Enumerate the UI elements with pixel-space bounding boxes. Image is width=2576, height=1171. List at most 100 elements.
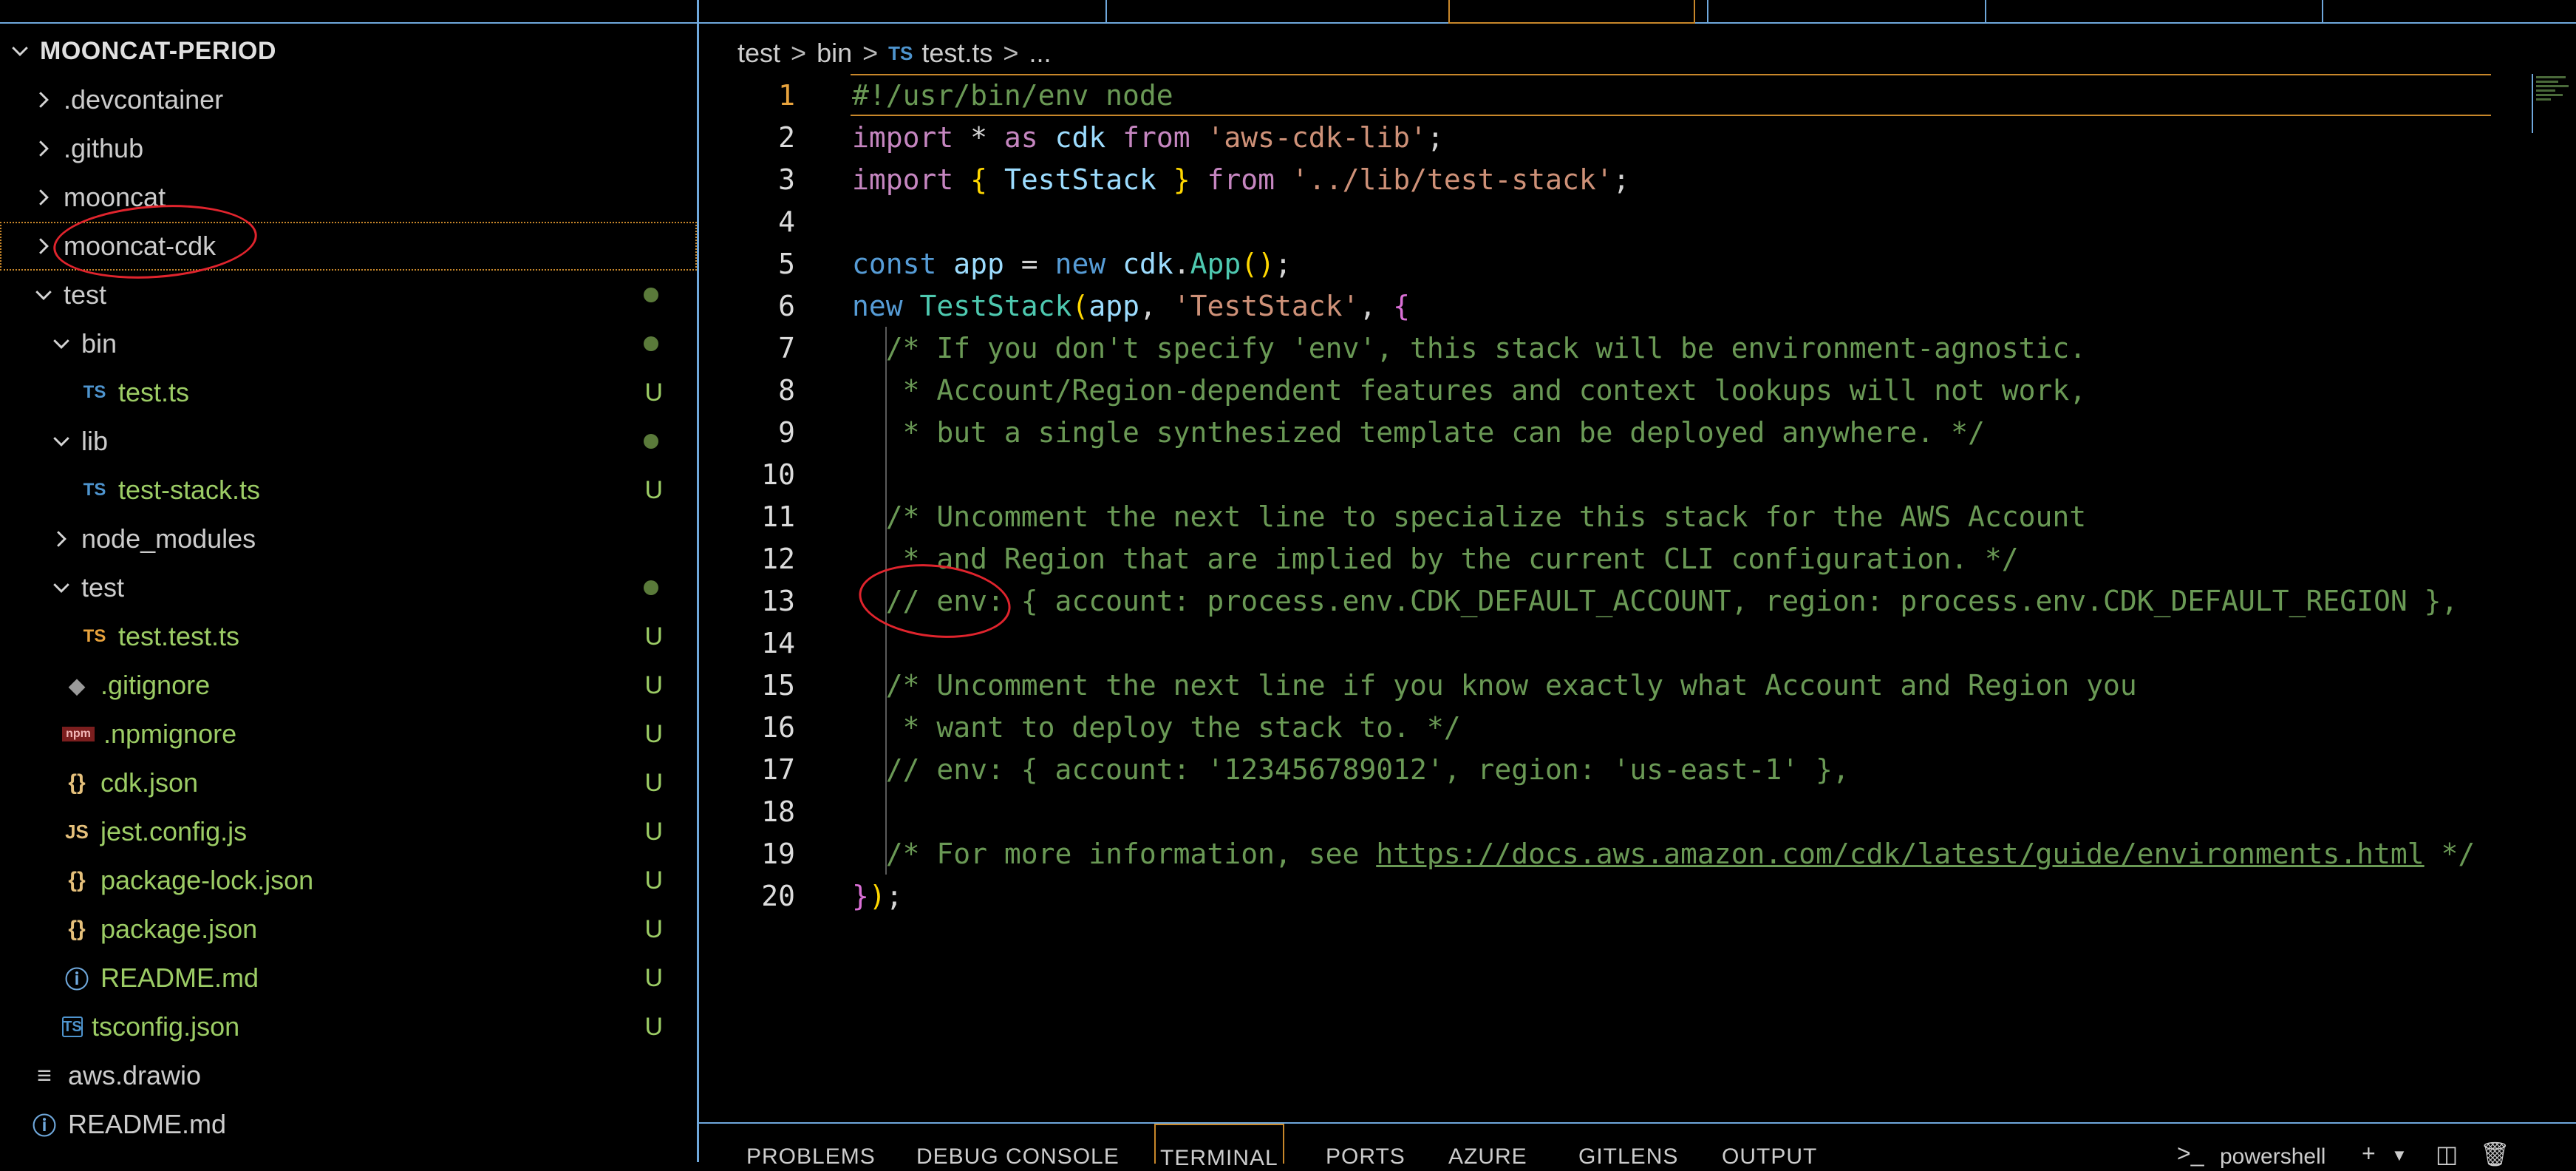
file-item[interactable]: TS test-stack.ts U bbox=[0, 466, 697, 515]
untracked-badge: U bbox=[644, 866, 663, 895]
tree-item-label: aws.drawio bbox=[68, 1060, 202, 1090]
tree-item-label: test bbox=[64, 279, 107, 310]
file-item[interactable]: ⓘ README.md U bbox=[0, 954, 697, 1002]
code-token: app bbox=[1088, 289, 1139, 322]
code-token: new bbox=[852, 289, 903, 322]
editor-tab[interactable] bbox=[1985, 0, 2282, 22]
code-token: import bbox=[852, 163, 954, 196]
add-terminal-icon[interactable]: + bbox=[2362, 1140, 2376, 1167]
bottom-panel: PROBLEMS DEBUG CONSOLE TERMINAL PORTS AZ… bbox=[699, 1122, 2576, 1170]
editor-tab[interactable] bbox=[2322, 0, 2560, 22]
file-item[interactable]: {} cdk.json U bbox=[0, 758, 697, 807]
file-item[interactable]: ◆ .gitignore U bbox=[0, 661, 697, 710]
code-token: app bbox=[953, 247, 1004, 280]
code-text: #!/usr/bin/env node bbox=[852, 79, 1173, 112]
file-item[interactable]: JS jest.config.js U bbox=[0, 807, 697, 856]
file-item[interactable]: TS test.test.ts U bbox=[0, 612, 697, 661]
code-text: * Account/Region-dependent features and … bbox=[852, 374, 2086, 407]
folder-item[interactable]: test bbox=[0, 271, 697, 319]
minimap[interactable] bbox=[2532, 74, 2576, 133]
terminal-name[interactable]: powershell bbox=[2220, 1144, 2325, 1170]
tab-terminal[interactable]: TERMINAL bbox=[1154, 1124, 1284, 1170]
code-line[interactable]: 11 /* Uncomment the next line to special… bbox=[699, 495, 2532, 537]
editor-tab[interactable] bbox=[1707, 0, 1974, 22]
code-line[interactable]: 8 * Account/Region-dependent features an… bbox=[699, 369, 2532, 411]
tree-item-label: jest.config.js bbox=[100, 816, 248, 846]
code-line[interactable]: 7 /* If you don't specify 'env', this st… bbox=[699, 327, 2532, 369]
code-token: ; bbox=[1612, 163, 1630, 196]
folder-item[interactable]: .devcontainer bbox=[0, 75, 697, 124]
file-item[interactable]: ≡ aws.drawio bbox=[0, 1051, 697, 1100]
breadcrumb-item[interactable]: bin bbox=[817, 38, 852, 69]
code-line[interactable]: 1 #!/usr/bin/env node bbox=[699, 74, 2532, 116]
line-number: 12 bbox=[761, 542, 795, 575]
tab-output[interactable]: OUTPUT bbox=[1722, 1144, 1817, 1170]
file-item[interactable]: ⓘ README.md bbox=[0, 1100, 697, 1149]
folder-item[interactable]: .github bbox=[0, 124, 697, 173]
code-token: /* If you don't specify 'env', this stac… bbox=[852, 331, 2087, 364]
tab-problems[interactable]: PROBLEMS bbox=[746, 1144, 876, 1170]
code-line[interactable]: 6 new TestStack(app, 'TestStack', { bbox=[699, 285, 2532, 327]
code-token: // env: { account: process.env.CDK_DEFAU… bbox=[852, 584, 2459, 617]
split-terminal-icon[interactable]: ◫ bbox=[2436, 1140, 2458, 1168]
folder-item[interactable]: test bbox=[0, 563, 697, 612]
breadcrumb-item[interactable]: ... bbox=[1029, 38, 1051, 69]
untracked-badge: U bbox=[644, 1012, 663, 1041]
code-token: * but a single synthesized template can … bbox=[852, 415, 1985, 449]
code-line[interactable]: 3 import { TestStack } from '../lib/test-… bbox=[699, 158, 2532, 200]
line-number: 19 bbox=[761, 837, 795, 870]
json-file-icon: {} bbox=[68, 917, 86, 941]
code-line[interactable]: 19 /* For more information, see https://… bbox=[699, 832, 2532, 875]
code-line[interactable]: 16 * want to deploy the stack to. */ bbox=[699, 706, 2532, 748]
line-number: 5 bbox=[778, 247, 795, 280]
tree-item-label: .devcontainer bbox=[64, 84, 224, 115]
code-line[interactable]: 18 bbox=[699, 790, 2532, 832]
file-item[interactable]: {} package.json U bbox=[0, 905, 697, 954]
breadcrumb-item[interactable]: test bbox=[737, 38, 780, 69]
code-token: } bbox=[1173, 163, 1190, 196]
file-item[interactable]: TS tsconfig.json U bbox=[0, 1002, 697, 1051]
code-line[interactable]: 20}); bbox=[699, 875, 2532, 917]
explorer-root-folder[interactable]: MOONCAT-PERIOD bbox=[0, 27, 697, 75]
code-token: { bbox=[970, 163, 988, 196]
code-text: new TestStack(app, 'TestStack', { bbox=[852, 290, 1410, 322]
code-token: const bbox=[852, 247, 937, 280]
code-line[interactable]: 9 * but a single synthesized template ca… bbox=[699, 411, 2532, 453]
code-token: ; bbox=[1275, 247, 1292, 280]
code-token: { bbox=[1393, 289, 1411, 322]
modified-dot-badge bbox=[644, 336, 658, 351]
code-line[interactable]: 17 // env: { account: '123456789012', re… bbox=[699, 748, 2532, 790]
code-line[interactable]: 2 import * as cdk from 'aws-cdk-lib'; bbox=[699, 116, 2532, 158]
code-line[interactable]: 10 bbox=[699, 453, 2532, 495]
folder-item[interactable]: lib bbox=[0, 417, 697, 466]
editor-tab-active[interactable] bbox=[1448, 0, 1695, 24]
trash-icon[interactable]: 🗑 bbox=[2480, 1140, 2510, 1168]
chevron-down-icon[interactable]: ▼ bbox=[2391, 1146, 2408, 1165]
file-item[interactable]: npm .npmignore U bbox=[0, 710, 697, 758]
code-text: import { TestStack } from '../lib/test-s… bbox=[852, 163, 1630, 196]
code-line[interactable]: 15 /* Uncomment the next line if you kno… bbox=[699, 664, 2532, 706]
untracked-badge: U bbox=[644, 914, 663, 943]
code-text: }); bbox=[852, 880, 903, 912]
editor-tab-strip bbox=[699, 0, 2576, 24]
code-link[interactable]: https://docs.aws.amazon.com/cdk/latest/g… bbox=[1376, 838, 2424, 870]
folder-item[interactable]: bin bbox=[0, 319, 697, 368]
tab-azure[interactable]: AZURE bbox=[1448, 1144, 1527, 1170]
code-token: * and Region that are implied by the cur… bbox=[852, 542, 2019, 575]
tab-gitlens[interactable]: GITLENS bbox=[1578, 1144, 1678, 1170]
code-line[interactable]: 5 const app = new cdk.App(); bbox=[699, 242, 2532, 285]
tree-item-label: tsconfig.json bbox=[92, 1011, 240, 1042]
code-token: from bbox=[1207, 163, 1275, 196]
tab-debug-console[interactable]: DEBUG CONSOLE bbox=[916, 1144, 1120, 1170]
breadcrumb-item[interactable]: test.ts bbox=[921, 38, 992, 69]
file-item[interactable]: TS test.ts U bbox=[0, 368, 697, 417]
file-item[interactable]: {} package-lock.json U bbox=[0, 856, 697, 905]
code-line[interactable]: 4 bbox=[699, 200, 2532, 242]
folder-item[interactable]: node_modules bbox=[0, 515, 697, 563]
code-token: '../lib/test-stack' bbox=[1291, 163, 1613, 196]
chevron-right-icon bbox=[34, 173, 53, 222]
tab-ports[interactable]: PORTS bbox=[1326, 1144, 1405, 1170]
chevron-down-icon bbox=[52, 563, 71, 612]
